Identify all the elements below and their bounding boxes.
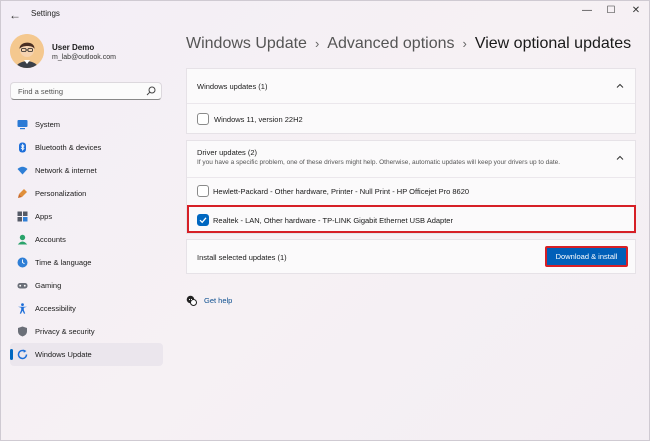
- user-email: m_lab@outlook.com: [52, 54, 116, 61]
- user-name: User Demo: [52, 43, 95, 52]
- system-icon: [17, 120, 28, 130]
- windows-updates-title: Windows updates (1): [197, 82, 268, 91]
- windows-updates-header[interactable]: Windows updates (1): [187, 69, 635, 103]
- driver-updates-description: If you have a specific problem, one of t…: [197, 159, 561, 166]
- chevron-up-icon[interactable]: [615, 153, 625, 163]
- wifi-icon: [17, 166, 28, 175]
- sidebar-item-label: Privacy & security: [35, 327, 95, 336]
- page-title: View optional updates: [474, 35, 632, 52]
- chevron-right-icon: ›: [462, 36, 467, 51]
- sidebar-item-windows-update[interactable]: Windows Update: [10, 343, 163, 366]
- sidebar-item-label: Time & language: [35, 258, 92, 267]
- sidebar-item-label: Personalization: [35, 189, 87, 198]
- selection-highlight: [187, 205, 636, 233]
- user-avatar-icon: [10, 34, 44, 68]
- accessibility-icon: [18, 303, 27, 314]
- sidebar-item-personalization[interactable]: Personalization: [10, 182, 163, 205]
- sidebar-item-apps[interactable]: Apps: [10, 205, 163, 228]
- sidebar-item-label: Gaming: [35, 281, 62, 290]
- brush-icon: [18, 189, 27, 198]
- sidebar-item-accessibility[interactable]: Accessibility: [10, 297, 163, 320]
- help-icon: [186, 295, 197, 306]
- divider: [187, 177, 635, 178]
- sidebar-item-label: Apps: [35, 212, 53, 221]
- sidebar-item-network[interactable]: Network & internet: [10, 159, 163, 182]
- breadcrumb: Windows Update › Advanced options › View opt…: [186, 35, 631, 53]
- title-bar: ← Settings — ☐ ✕: [1, 1, 649, 29]
- bluetooth-icon: [19, 142, 26, 153]
- shield-icon: [18, 326, 27, 337]
- chevron-right-icon: ›: [314, 36, 320, 51]
- sidebar-item-label: Windows Update: [35, 350, 92, 359]
- search-placeholder: Find a setting: [18, 87, 64, 96]
- search-input[interactable]: Find a setting: [10, 82, 162, 100]
- hp-driver-label: Hewlett-Packard - Other hardware, Printe…: [213, 187, 470, 196]
- windows-11-label: Windows 11, version 22H2: [214, 115, 303, 124]
- breadcrumb-advanced-options[interactable]: Advanced options: [327, 35, 454, 52]
- sidebar-item-label: Accessibility: [35, 304, 76, 313]
- settings-window: ← Settings — ☐ ✕ User Demo m_lab@outlook…: [0, 0, 650, 441]
- sidebar-nav: System Bluetooth & devices Network & int…: [10, 113, 163, 366]
- download-install-button[interactable]: Download & install: [545, 246, 628, 267]
- globe-clock-icon: [17, 257, 28, 268]
- sidebar-item-accounts[interactable]: Accounts: [10, 228, 163, 251]
- windows-11-checkbox[interactable]: [197, 113, 209, 125]
- close-button[interactable]: ✕: [625, 4, 647, 18]
- sidebar-item-time-language[interactable]: Time & language: [10, 251, 163, 274]
- sidebar-item-system[interactable]: System: [10, 113, 163, 136]
- chevron-up-icon[interactable]: [615, 81, 625, 91]
- maximize-button[interactable]: ☐: [600, 4, 622, 18]
- sidebar-item-bluetooth[interactable]: Bluetooth & devices: [10, 136, 163, 159]
- windows-updates-card: Windows updates (1) Windows 11, version …: [186, 68, 636, 134]
- search-icon: [146, 86, 156, 96]
- active-indicator: [10, 349, 13, 360]
- sidebar-item-label: System: [35, 120, 61, 129]
- apps-icon: [17, 211, 28, 222]
- driver-updates-title: Driver updates (2): [197, 148, 258, 157]
- avatar[interactable]: [10, 34, 44, 68]
- breadcrumb-windows-update[interactable]: Windows Update: [186, 35, 307, 52]
- windows-update-icon: [17, 349, 28, 360]
- sidebar-item-label: Bluetooth & devices: [35, 143, 102, 152]
- minimize-button[interactable]: —: [576, 4, 598, 18]
- hp-driver-checkbox[interactable]: [197, 185, 209, 197]
- back-arrow-icon[interactable]: ←: [7, 7, 23, 23]
- get-help-link[interactable]: Get help: [204, 296, 232, 305]
- install-selected-label: Install selected updates (1): [197, 253, 287, 262]
- driver-updates-header[interactable]: Driver updates (2) If you have a specifi…: [187, 141, 635, 177]
- gamepad-icon: [17, 283, 28, 289]
- sidebar-item-gaming[interactable]: Gaming: [10, 274, 163, 297]
- sidebar-item-label: Network & internet: [35, 166, 97, 175]
- divider: [187, 103, 635, 104]
- app-title: Settings: [31, 9, 60, 18]
- sidebar-item-label: Accounts: [35, 235, 66, 244]
- sidebar-item-privacy-security[interactable]: Privacy & security: [10, 320, 163, 343]
- accounts-icon: [17, 234, 28, 245]
